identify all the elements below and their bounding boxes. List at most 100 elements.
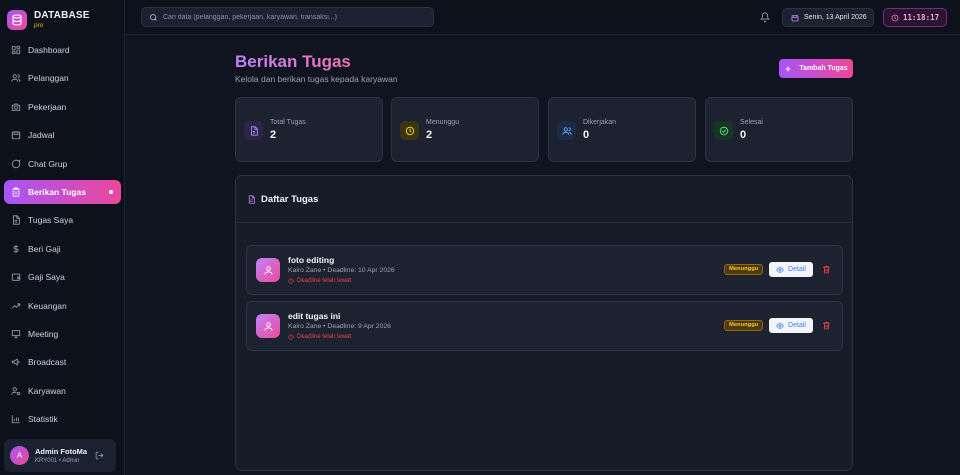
file-text-icon	[248, 194, 255, 204]
brand[interactable]: DATABASE pro	[0, 0, 124, 34]
panel-title: Daftar Tugas	[261, 193, 319, 205]
stat-value: 0	[583, 129, 590, 141]
task-title: foto editing	[288, 255, 335, 265]
sidebar-item-label: Chat Grup	[28, 158, 68, 169]
logout-icon[interactable]	[95, 451, 104, 460]
task-row[interactable]: edit tugas ini Kairo Zane • Deadline: 9 …	[246, 301, 843, 351]
stat-label: Dikerjakan	[583, 119, 617, 126]
bar-chart-icon	[11, 415, 20, 424]
sidebar-item-dashboard[interactable]: Dashboard	[4, 38, 121, 62]
calendar-icon	[11, 131, 21, 140]
clock-icon	[891, 14, 899, 21]
stat-card-total: Total Tugas 2	[235, 97, 383, 162]
file-text-icon	[244, 121, 263, 140]
sidebar-item-label: Gaji Saya	[28, 272, 65, 283]
users-icon	[11, 74, 21, 83]
search-icon	[150, 13, 157, 21]
calendar-icon	[791, 14, 799, 21]
sidebar-item-label: Pelanggan	[28, 73, 69, 84]
stat-label: Total Tugas	[270, 119, 306, 126]
add-task-button[interactable]: Tambah Tugas	[779, 59, 853, 78]
sidebar-item-label: Karyawan	[28, 385, 66, 396]
stat-label: Menunggu	[426, 119, 460, 126]
add-task-label: Tambah Tugas	[799, 65, 848, 72]
date-text: Senin, 13 April 2026	[804, 14, 867, 21]
user-card[interactable]: A Admin FotoMan KRY001 • Admin	[4, 439, 116, 472]
check-circle-icon	[714, 121, 733, 140]
panel-header: Daftar Tugas	[236, 176, 852, 223]
megaphone-icon	[11, 358, 20, 366]
wallet-icon	[11, 273, 21, 281]
sidebar-item-statistik[interactable]: Statistik	[4, 407, 121, 431]
deadline-warning: Deadline telah lewat	[288, 334, 351, 340]
stat-value: 2	[270, 129, 277, 141]
stat-value: 2	[426, 129, 433, 141]
grid-icon	[11, 45, 21, 55]
sidebar-item-beri-gaji[interactable]: Beri Gaji	[4, 237, 121, 261]
sidebar-item-tugas-saya[interactable]: Tugas Saya	[4, 208, 121, 232]
sidebar-item-label: Tugas Saya	[28, 215, 74, 226]
alert-circle-icon	[288, 278, 294, 284]
stat-card-selesai: Selesai 0	[705, 97, 853, 162]
brand-title: DATABASE	[34, 10, 90, 21]
search-box[interactable]	[141, 7, 434, 27]
database-icon	[7, 10, 27, 30]
user-icon	[256, 258, 280, 282]
sidebar-item-label: Beri Gaji	[28, 243, 61, 254]
task-meta: Kairo Zane • Deadline: 9 Apr 2026	[288, 323, 391, 330]
task-row[interactable]: foto editing Kairo Zane • Deadline: 10 A…	[246, 245, 843, 295]
clock-icon	[400, 121, 419, 140]
sidebar-item-label: Pekerjaan	[28, 101, 67, 112]
deadline-warning: Deadline telah lewat	[288, 278, 351, 284]
stat-card-dikerjakan: Dikerjakan 0	[548, 97, 696, 162]
sidebar-item-berikan-tugas[interactable]: Berikan Tugas	[4, 179, 121, 204]
chat-icon	[11, 159, 21, 168]
eye-icon	[776, 266, 784, 273]
stat-label: Selesai	[740, 119, 763, 126]
trash-icon[interactable]	[822, 321, 831, 330]
users-icon	[557, 121, 576, 140]
bell-icon[interactable]	[760, 12, 770, 22]
sidebar-item-label: Dashboard	[28, 45, 70, 55]
sidebar-item-keuangan[interactable]: Keuangan	[4, 294, 121, 318]
trash-icon[interactable]	[822, 265, 831, 274]
detail-label: Detail	[788, 266, 806, 273]
stat-value: 0	[740, 129, 747, 141]
detail-label: Detail	[788, 322, 806, 329]
trending-up-icon	[11, 303, 21, 308]
date-display: Senin, 13 April 2026	[782, 8, 874, 27]
avatar: A	[10, 446, 29, 465]
user-icon	[256, 314, 280, 338]
topbar: Senin, 13 April 2026 11:18:17	[125, 0, 960, 35]
clock-display: 11:18:17	[883, 8, 947, 27]
user-name: Admin FotoMan	[35, 446, 87, 456]
sidebar-item-jadwal[interactable]: Jadwal	[4, 123, 121, 147]
status-badge: Menunggu	[724, 320, 764, 331]
file-icon	[13, 215, 20, 225]
detail-button[interactable]: Detail	[769, 318, 813, 333]
sidebar-nav: Dashboard Pelanggan Pekerjaan Jadwal Cha…	[0, 38, 125, 435]
search-input[interactable]	[163, 13, 423, 21]
page-subtitle: Kelola dan berikan tugas kepada karyawan	[235, 74, 398, 84]
active-indicator-dot	[109, 189, 113, 194]
clipboard-icon	[12, 187, 20, 197]
eye-icon	[776, 322, 784, 329]
deadline-warning-text: Deadline telah lewat	[297, 334, 352, 340]
sidebar-item-pekerjaan[interactable]: Pekerjaan	[4, 95, 121, 119]
sidebar-item-broadcast[interactable]: Broadcast	[4, 350, 121, 374]
detail-button[interactable]: Detail	[769, 262, 813, 277]
alert-circle-icon	[288, 334, 294, 340]
sidebar-item-label: Statistik	[28, 414, 58, 425]
page-title: Berikan Tugas	[235, 52, 351, 71]
brand-subtitle: pro	[34, 22, 44, 29]
sidebar-item-meeting[interactable]: Meeting	[4, 322, 121, 346]
sidebar-item-gaji-saya[interactable]: Gaji Saya	[4, 265, 121, 289]
plus-icon	[785, 66, 791, 71]
sidebar-item-karyawan[interactable]: Karyawan	[4, 379, 121, 403]
sidebar-item-chat-grup[interactable]: Chat Grup	[4, 152, 121, 176]
sidebar: DATABASE pro Dashboard Pelanggan Pekerja…	[0, 0, 125, 475]
status-badge: Menunggu	[724, 264, 764, 275]
sidebar-item-pelanggan[interactable]: Pelanggan	[4, 66, 121, 90]
stat-card-menunggu: Menunggu 2	[391, 97, 539, 162]
task-title: edit tugas ini	[288, 311, 341, 321]
